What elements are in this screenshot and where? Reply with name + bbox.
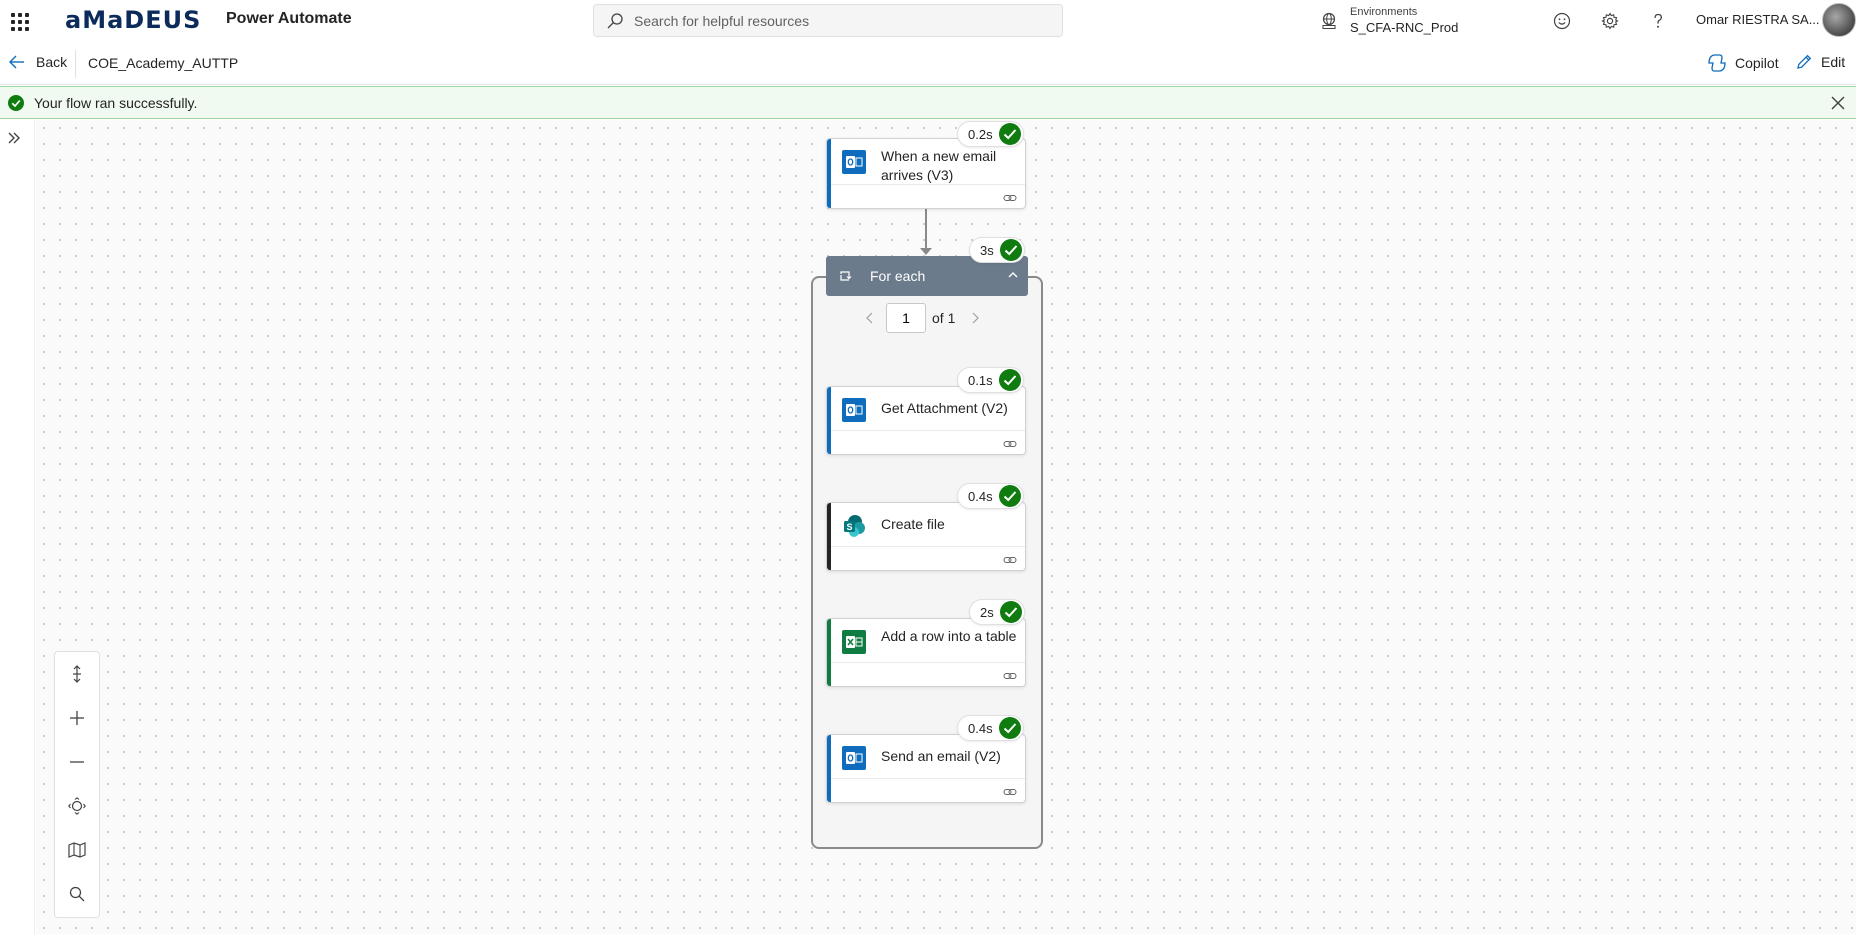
success-banner: Your flow ran successfully. <box>0 86 1856 119</box>
toolbar-divider <box>75 50 76 78</box>
user-avatar[interactable] <box>1822 3 1856 37</box>
copilot-label: Copilot <box>1735 55 1779 71</box>
search-input[interactable] <box>634 12 1034 29</box>
left-rail <box>0 120 35 934</box>
chevron-up-icon[interactable] <box>1006 268 1020 282</box>
trigger-card[interactable]: When a new email arrives (V3) <box>826 138 1026 209</box>
page-input[interactable] <box>886 303 926 333</box>
link-icon[interactable] <box>1003 439 1017 449</box>
page-total-label: of 1 <box>932 310 956 326</box>
iteration-pager: of 1 <box>860 302 985 334</box>
search-icon[interactable] <box>55 872 99 916</box>
pencil-icon <box>1797 54 1812 69</box>
success-check-icon <box>999 239 1022 261</box>
success-check-icon <box>998 717 1021 739</box>
search-icon <box>607 12 623 28</box>
action-status-pill: 0.4s <box>957 483 1024 509</box>
link-icon[interactable] <box>1003 787 1017 797</box>
edit-label: Edit <box>1821 54 1846 70</box>
environment-value: S_CFA-RNC_Prod <box>1350 20 1459 35</box>
outlook-icon <box>842 398 866 422</box>
action-title: Create file <box>881 516 945 532</box>
excel-icon <box>842 630 866 654</box>
environment-picker[interactable]: Environments S_CFA-RNC_Prod <box>1320 2 1458 40</box>
card-footer <box>831 662 1025 686</box>
action-title: Get Attachment (V2) <box>881 400 1008 416</box>
copilot-button[interactable]: Copilot <box>1707 53 1779 73</box>
action-status-pill: 0.4s <box>957 715 1024 741</box>
duration-label: 0.2s <box>968 126 993 142</box>
action-card-create-file[interactable]: S Create file <box>826 502 1026 571</box>
banner-message: Your flow ran successfully. <box>34 94 198 111</box>
link-icon[interactable] <box>1003 555 1017 565</box>
command-bar: Back COE_Academy_AUTTP Copilot Edit <box>0 42 1856 85</box>
action-card-get-attachment[interactable]: Get Attachment (V2) <box>826 386 1026 455</box>
environment-label: Environments <box>1350 6 1418 18</box>
help-question-icon[interactable] <box>1647 10 1669 32</box>
canvas-controls <box>54 651 100 918</box>
foreach-title: For each <box>870 268 926 284</box>
action-title: Add a row into a table <box>881 628 1017 644</box>
duration-label: 0.1s <box>968 372 993 388</box>
user-name[interactable]: Omar RIESTRA SA... <box>1696 12 1820 27</box>
edit-button[interactable]: Edit <box>1795 53 1845 71</box>
zoom-out-icon[interactable] <box>55 740 99 784</box>
duration-label: 0.4s <box>968 720 993 736</box>
connector <box>925 209 927 250</box>
flow-name: COE_Academy_AUTTP <box>88 55 239 71</box>
environment-icon <box>1322 12 1336 29</box>
success-check-icon <box>999 601 1022 623</box>
center-icon[interactable] <box>55 784 99 828</box>
action-card-send-email[interactable]: Send an email (V2) <box>826 734 1026 803</box>
svg-text:S: S <box>846 522 852 532</box>
app-launcher-icon[interactable] <box>8 9 32 33</box>
card-footer <box>831 184 1025 208</box>
foreach-status-pill: 3s <box>969 237 1025 263</box>
card-footer <box>831 430 1025 454</box>
duration-label: 0.4s <box>968 488 993 504</box>
link-icon[interactable] <box>1003 671 1017 681</box>
back-label: Back <box>36 54 68 70</box>
copilot-icon <box>1708 54 1726 72</box>
settings-gear-icon[interactable] <box>1599 10 1621 32</box>
zoom-in-icon[interactable] <box>55 696 99 740</box>
duration-label: 2s <box>980 604 994 620</box>
minimap-icon[interactable] <box>55 828 99 872</box>
chevron-right-icon[interactable] <box>965 311 985 325</box>
success-check-icon <box>8 94 24 111</box>
action-status-pill: 2s <box>969 599 1025 625</box>
trigger-status-pill: 0.2s <box>957 121 1024 147</box>
chevron-double-right-icon[interactable] <box>6 130 22 146</box>
top-header: aMaDEUS Power Automate Environments S_CF… <box>0 0 1856 42</box>
link-icon[interactable] <box>1003 193 1017 203</box>
loop-icon <box>840 271 852 281</box>
outlook-icon <box>842 150 866 174</box>
chevron-left-icon[interactable] <box>860 311 880 325</box>
duration-label: 3s <box>980 242 994 258</box>
arrow-left-icon <box>9 55 24 69</box>
sharepoint-icon: S <box>842 514 866 538</box>
action-title: Send an email (V2) <box>881 748 1001 764</box>
close-icon[interactable] <box>1830 95 1846 111</box>
success-check-icon <box>998 123 1021 145</box>
back-button[interactable]: Back <box>8 53 67 71</box>
feedback-smiley-icon[interactable] <box>1551 10 1573 32</box>
search-box[interactable] <box>593 4 1063 37</box>
card-footer <box>831 546 1025 570</box>
brand-logo[interactable]: aMaDEUS <box>65 6 201 34</box>
trigger-title: When a new email arrives (V3) <box>881 148 997 183</box>
success-check-icon <box>998 485 1021 507</box>
success-check-icon <box>998 369 1021 391</box>
card-footer <box>831 778 1025 802</box>
app-name[interactable]: Power Automate <box>226 10 352 28</box>
connector-arrow <box>920 248 932 255</box>
outlook-icon <box>842 746 866 770</box>
action-card-add-row[interactable]: Add a row into a table <box>826 618 1026 687</box>
action-status-pill: 0.1s <box>957 367 1024 393</box>
fit-height-icon[interactable] <box>55 652 99 696</box>
